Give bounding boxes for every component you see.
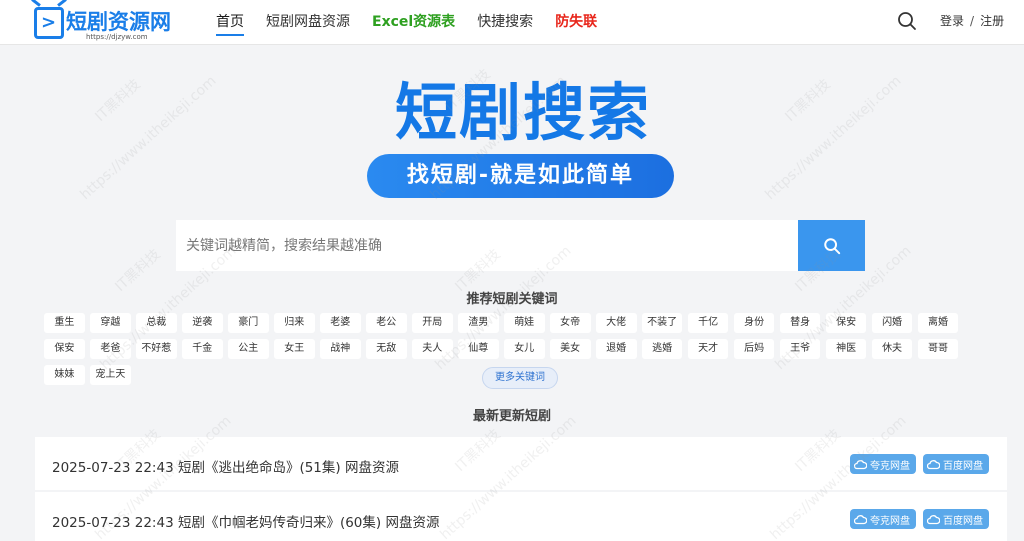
search-input[interactable] [176,220,798,271]
register-link[interactable]: 注册 [980,14,1004,28]
site-logo[interactable]: > 短剧资源网 https://djzyw.com [34,4,174,42]
keyword-tag[interactable]: 老爸 [89,339,131,359]
keyword-tag[interactable]: 豪门 [227,313,269,333]
keyword-tag[interactable]: 替身 [779,313,821,333]
keyword-tag[interactable]: 休夫 [871,339,913,359]
watermark: https://www.itheikeji.com [77,72,220,204]
top-navbar: > 短剧资源网 https://djzyw.com 首页 短剧网盘资源 Exce… [0,0,1024,45]
list-item-title[interactable]: 2025-07-23 22:43 短剧《巾帼老妈传奇归来》(60集) 网盘资源 [52,511,439,531]
quark-drive-button[interactable]: 夸克网盘 [850,454,916,474]
keyword-tag[interactable]: 千亿 [687,313,729,333]
nav-quick-search[interactable]: 快捷搜索 [477,0,533,45]
keyword-tag[interactable]: 战神 [319,339,361,359]
keyword-tag[interactable]: 天才 [687,339,729,359]
keyword-tag[interactable]: 离婚 [917,313,959,333]
keyword-tag[interactable]: 不好惹 [135,339,177,359]
baidu-drive-button[interactable]: 百度网盘 [923,454,989,474]
watermark: IT黑科技 [782,76,834,125]
logo-name: 短剧资源网 [66,10,171,34]
keyword-tag[interactable]: 保安 [825,313,867,333]
list-item[interactable]: 2025-07-23 22:43 短剧《巾帼老妈传奇归来》(60集) 网盘资源 … [35,492,1007,541]
keyword-tag[interactable]: 仙尊 [457,339,499,359]
baidu-drive-label: 百度网盘 [943,460,983,472]
main-nav: 首页 短剧网盘资源 Excel资源表 快捷搜索 防失联 [216,0,619,45]
keyword-tag[interactable]: 闪婚 [871,313,913,333]
quark-drive-label: 夸克网盘 [870,460,910,472]
quark-drive-label: 夸克网盘 [870,515,910,527]
keyword-tag[interactable]: 女儿 [503,339,545,359]
hero-title: 短剧搜索 [394,76,651,149]
hero-slogan: 找短剧-就是如此简单 [367,154,674,198]
keyword-tag[interactable]: 后妈 [733,339,775,359]
keyword-tag[interactable]: 夫人 [411,339,453,359]
keyword-tag[interactable]: 哥哥 [917,339,959,359]
search-icon[interactable] [897,11,917,31]
keyword-tag[interactable]: 美女 [549,339,591,359]
nav-drama-resources[interactable]: 短剧网盘资源 [266,0,350,45]
keywords-title: 推荐短剧关键词 [466,292,558,307]
keyword-tag[interactable]: 千金 [181,339,223,359]
list-item[interactable]: 2025-07-23 22:43 短剧《逃出绝命岛》(51集) 网盘资源 夸克网… [35,437,1007,490]
more-keywords-button[interactable]: 更多关键词 [482,367,558,389]
keyword-tag[interactable]: 逃婚 [641,339,683,359]
login-link[interactable]: 登录 [940,14,964,28]
keyword-tag[interactable]: 大佬 [595,313,637,333]
keyword-tag[interactable]: 退婚 [595,339,637,359]
download-badges: 夸克网盘 百度网盘 [850,454,989,474]
keyword-tag[interactable]: 老公 [365,313,407,333]
keyword-tag[interactable]: 神医 [825,339,867,359]
baidu-drive-label: 百度网盘 [943,515,983,527]
latest-title: 最新更新短剧 [472,409,551,424]
auth-separator: / [970,14,975,28]
watermark: IT黑科技 [92,76,144,125]
cloud-icon [927,514,940,524]
cloud-icon [854,459,867,469]
tv-icon: > [34,7,64,39]
keyword-tag[interactable]: 重生 [44,313,85,333]
keyword-tag[interactable]: 身份 [733,313,775,333]
keyword-tag[interactable]: 归来 [273,313,315,333]
keyword-tag[interactable]: 穿越 [89,313,131,333]
keyword-tag[interactable]: 保安 [44,339,85,359]
keyword-tag[interactable]: 宠上天 [89,365,131,385]
logo-url: https://djzyw.com [86,33,148,41]
search-button[interactable] [798,220,865,271]
watermark: https://www.itheikeji.com [762,72,905,204]
keyword-tag[interactable]: 女帝 [549,313,591,333]
keyword-tag[interactable]: 老婆 [319,313,361,333]
keyword-tag[interactable]: 不装了 [641,313,683,333]
nav-anti-loss[interactable]: 防失联 [555,0,597,45]
keyword-tag[interactable]: 无敌 [365,339,407,359]
keyword-tag[interactable]: 妹妹 [44,365,85,385]
keyword-tag[interactable]: 女王 [273,339,315,359]
keyword-tag[interactable]: 公主 [227,339,269,359]
search-icon [823,237,840,254]
baidu-drive-button[interactable]: 百度网盘 [923,509,989,529]
keyword-tag[interactable]: 渣男 [457,313,499,333]
list-item-title[interactable]: 2025-07-23 22:43 短剧《逃出绝命岛》(51集) 网盘资源 [52,456,399,476]
keyword-tag[interactable]: 开局 [411,313,453,333]
quark-drive-button[interactable]: 夸克网盘 [850,509,916,529]
auth-links: 登录 / 注册 [940,0,1004,42]
nav-home[interactable]: 首页 [216,0,244,45]
keyword-tag[interactable]: 总裁 [135,313,177,333]
nav-excel-sheet[interactable]: Excel资源表 [372,0,455,45]
cloud-icon [854,514,867,524]
keyword-tag[interactable]: 王爷 [779,339,821,359]
keyword-tag[interactable]: 逆袭 [181,313,223,333]
download-badges: 夸克网盘 百度网盘 [850,509,989,529]
keyword-tag[interactable]: 萌娃 [503,313,545,333]
cloud-icon [927,459,940,469]
